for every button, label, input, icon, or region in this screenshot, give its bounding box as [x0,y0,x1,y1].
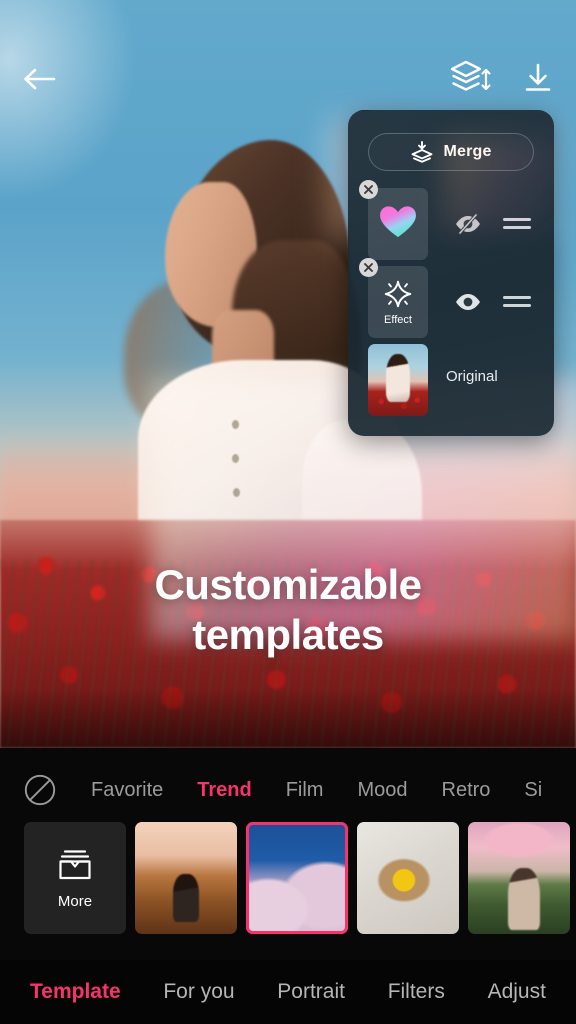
merge-down-icon [411,141,433,163]
layer-delete-button[interactable] [359,180,378,199]
shirt-button [232,420,239,429]
filter-tab-retro[interactable]: Retro [425,779,508,802]
layer-visibility-toggle[interactable] [453,288,483,316]
template-thumbnail[interactable] [468,822,570,934]
close-icon [364,263,373,272]
nav-item-template[interactable]: Template [30,980,121,1004]
close-icon [364,185,373,194]
drag-handle-icon [503,295,531,299]
filter-tab-trend[interactable]: Trend [180,779,268,802]
shirt-button [233,488,240,497]
save-button[interactable] [514,54,562,102]
no-filter-icon [24,774,56,806]
layer-drag-handle[interactable] [503,292,531,310]
more-templates-button[interactable]: More [24,822,126,934]
nav-item-for-you[interactable]: For you [163,980,234,1004]
drag-handle-icon [503,217,531,221]
gradient-heart-icon [380,206,416,238]
template-thumbnail[interactable] [135,822,237,934]
layer-row[interactable]: Effect [348,258,554,342]
filter-tab-film[interactable]: Film [269,779,341,802]
layer-delete-button[interactable] [359,258,378,277]
layer-visibility-toggle[interactable] [453,210,483,238]
download-icon [525,63,551,91]
layer-row[interactable]: Original [348,344,554,420]
filter-tab-partial[interactable]: Si [507,779,559,802]
panel-caret [348,110,370,111]
layer-thumbnail[interactable] [368,344,428,416]
archive-box-icon [59,849,91,879]
layer-drag-handle[interactable] [503,214,531,232]
field-stems [0,560,576,748]
template-thumbnail-row: More [0,818,576,938]
app-root: Customizable templates Merge Effect Orig… [0,0,576,1024]
layer-row[interactable] [348,180,554,264]
merge-button[interactable]: Merge [368,133,534,171]
eye-icon [456,294,480,310]
sparkle-icon [384,280,412,308]
templates-section: Favorite Trend Film Mood Retro Si More [0,748,576,960]
drag-handle-icon [503,303,531,307]
drag-handle-icon [503,225,531,229]
no-filter-button[interactable] [20,770,60,810]
shirt-button [232,454,239,463]
template-thumbnail[interactable] [357,822,459,934]
layers-reorder-icon [450,60,491,91]
bottom-navigation: Template For you Portrait Filters Adjust [0,960,576,1024]
more-label: More [57,892,93,910]
nav-item-portrait[interactable]: Portrait [277,980,345,1004]
eye-off-icon [456,213,480,235]
nav-item-filters[interactable]: Filters [388,980,445,1004]
filter-category-tabs: Favorite Trend Film Mood Retro Si [0,762,576,818]
photo-thumbnail [368,344,428,416]
thumbnail-subject [386,354,410,402]
back-button[interactable] [16,56,62,102]
layers-panel: Merge Effect Original [348,110,554,436]
filter-tab-favorite[interactable]: Favorite [74,779,180,802]
template-thumbnail-selected[interactable] [246,822,348,934]
layer-thumbnail[interactable] [368,188,428,260]
filter-tab-mood[interactable]: Mood [340,779,424,802]
layer-thumb-label: Effect [384,314,412,326]
arrow-left-icon [24,68,56,90]
layer-name-label: Original [446,368,498,385]
layer-thumbnail[interactable]: Effect [368,266,428,338]
merge-label: Merge [443,143,492,160]
layers-button[interactable] [446,54,496,104]
nav-item-adjust[interactable]: Adjust [488,980,546,1004]
